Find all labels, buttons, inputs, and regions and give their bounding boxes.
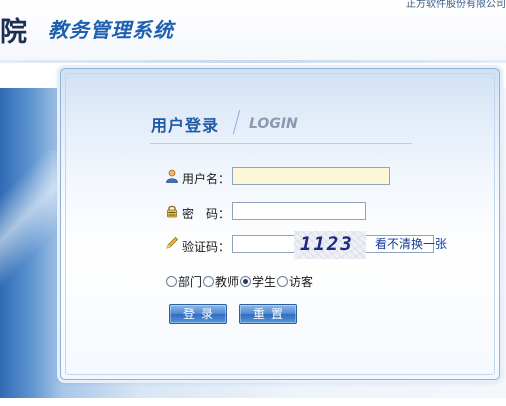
role-radio-teacher[interactable] xyxy=(203,275,215,287)
login-subtitle: LOGIN xyxy=(249,116,298,132)
password-input[interactable] xyxy=(232,202,366,220)
login-title: 用户登录 xyxy=(151,116,220,135)
header-divider xyxy=(0,60,506,63)
title-underline xyxy=(150,143,412,144)
login-panel xyxy=(60,68,500,380)
role-label-teacher: 教师 xyxy=(215,274,240,289)
role-radio-department[interactable] xyxy=(166,275,177,287)
role-label-department: 部门 xyxy=(178,274,203,289)
captcha-image[interactable]: 1123 xyxy=(294,231,366,259)
username-input[interactable] xyxy=(232,167,390,185)
header-bar: 院 教务管理系统 正方软件股份有限公司 xyxy=(0,0,506,62)
vendor-name: 正方软件股份有限公司 xyxy=(406,0,506,10)
role-selector: 部门 教师 学生 访客 xyxy=(166,273,314,289)
user-icon xyxy=(165,169,179,183)
system-title: 教务管理系统 xyxy=(48,18,174,42)
login-button[interactable]: 登录 xyxy=(169,304,227,324)
role-radio-guest[interactable] xyxy=(277,275,289,287)
role-label-student: 学生 xyxy=(252,274,277,289)
role-option-guest[interactable]: 访客 xyxy=(277,273,313,290)
captcha-label: 验证码： xyxy=(182,240,231,254)
reset-button[interactable]: 重置 xyxy=(239,304,297,324)
role-option-teacher[interactable]: 教师 xyxy=(203,273,239,290)
lock-icon xyxy=(165,204,179,218)
role-radio-student[interactable] xyxy=(240,275,252,287)
pencil-icon xyxy=(165,236,179,250)
captcha-image-text: 1123 xyxy=(300,233,354,255)
refresh-captcha-link[interactable]: 看不清换一张 xyxy=(375,235,447,252)
username-label: 用户名： xyxy=(182,172,231,186)
role-option-student[interactable]: 学生 xyxy=(240,273,276,290)
role-option-department[interactable]: 部门 xyxy=(166,273,202,290)
school-name-fragment: 院 xyxy=(0,17,28,48)
password-label: 密 码： xyxy=(182,207,231,221)
role-label-guest: 访客 xyxy=(289,274,314,289)
